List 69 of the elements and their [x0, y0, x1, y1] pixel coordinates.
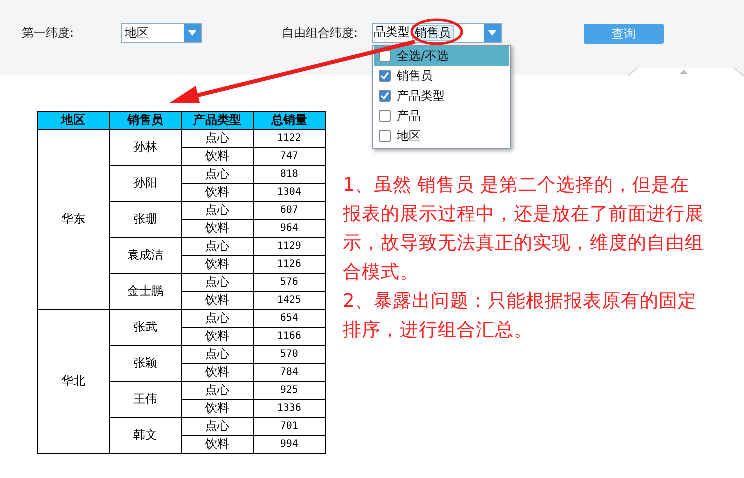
table-cell: 点心	[181, 382, 254, 400]
column-header: 产品类型	[181, 112, 254, 130]
table-cell: 金士鹏	[109, 274, 182, 310]
table-cell: 饮料	[181, 436, 254, 454]
table-cell: 孙阳	[109, 166, 182, 202]
table-cell: 818	[253, 166, 326, 184]
table-cell: 点心	[181, 274, 254, 292]
selected-tag: 销售员	[412, 25, 454, 41]
table-cell: 1336	[253, 400, 326, 418]
table-cell: 张颖	[109, 346, 182, 382]
table-cell: 1129	[253, 238, 326, 256]
table-cell: 饮料	[181, 256, 254, 274]
table-cell: 饮料	[181, 148, 254, 166]
table-cell: 饮料	[181, 292, 254, 310]
option-label: 产品	[397, 108, 421, 124]
table-cell: 925	[253, 382, 326, 400]
table-cell: 华东	[38, 130, 110, 310]
table-cell: 1126	[253, 256, 326, 274]
column-header: 销售员	[109, 112, 182, 130]
table-cell: 王伟	[109, 382, 182, 418]
table-cell: 点心	[181, 130, 254, 148]
table-cell: 张珊	[109, 202, 182, 238]
table-cell: 701	[253, 418, 326, 436]
table-cell: 654	[253, 310, 326, 328]
table-cell: 747	[253, 148, 326, 166]
table-cell: 饮料	[181, 184, 254, 202]
menu-option[interactable]: 产品	[374, 106, 509, 126]
multi-select[interactable]: 品类型 销售员	[372, 23, 502, 43]
menu-option[interactable]: 产品类型	[374, 86, 509, 106]
table-cell: 孙林	[109, 130, 182, 166]
column-header: 总销量	[253, 112, 326, 130]
region-select[interactable]: 地区	[121, 23, 202, 43]
table-cell: 韩文	[109, 418, 182, 454]
table-cell: 点心	[181, 238, 254, 256]
selected-tag: 品类型	[374, 25, 410, 41]
menu-option[interactable]: 销售员	[374, 66, 509, 86]
option-label: 产品类型	[397, 88, 445, 104]
field-label: 自由组合纬度:	[282, 25, 360, 42]
table-cell: 张武	[109, 310, 182, 346]
table-cell: 华北	[38, 310, 110, 454]
table-cell: 570	[253, 346, 326, 364]
table-cell: 1122	[253, 130, 326, 148]
option-label: 销售员	[397, 68, 433, 84]
table-cell: 点心	[181, 202, 254, 220]
table-cell: 点心	[181, 166, 254, 184]
table-cell: 1425	[253, 292, 326, 310]
table-cell: 点心	[181, 346, 254, 364]
table-cell: 1166	[253, 328, 326, 346]
table-cell: 饮料	[181, 400, 254, 418]
table-cell: 964	[253, 220, 326, 238]
table-cell: 饮料	[181, 328, 254, 346]
table-cell: 袁成洁	[109, 238, 182, 274]
option-label: 全选/不选	[397, 48, 450, 64]
menu-option[interactable]: 全选/不选	[374, 46, 509, 66]
table-cell: 784	[253, 364, 326, 382]
annotation-text: 2、暴露出问题：只能根据报表原有的固定排序，进行组合汇总。	[343, 290, 698, 343]
option-label: 地区	[397, 128, 421, 144]
table-cell: 1304	[253, 184, 326, 202]
annotation-text: 1、虽然 销售员 是第二个选择的，但是在报表的展示过程中，还是放在了前面进行展示，故导致无法真正的实现，维度的自由组合模式。	[343, 174, 705, 285]
table-cell: 点心	[181, 418, 254, 436]
column-header: 地区	[38, 112, 110, 130]
table-cell: 饮料	[181, 220, 254, 238]
table-cell: 576	[253, 274, 326, 292]
table-cell: 607	[253, 202, 326, 220]
field-label: 第一纬度:	[22, 25, 76, 42]
table-cell: 994	[253, 436, 326, 454]
menu-option[interactable]: 地区	[374, 126, 509, 146]
table-cell: 饮料	[181, 364, 254, 382]
table-cell: 点心	[181, 310, 254, 328]
